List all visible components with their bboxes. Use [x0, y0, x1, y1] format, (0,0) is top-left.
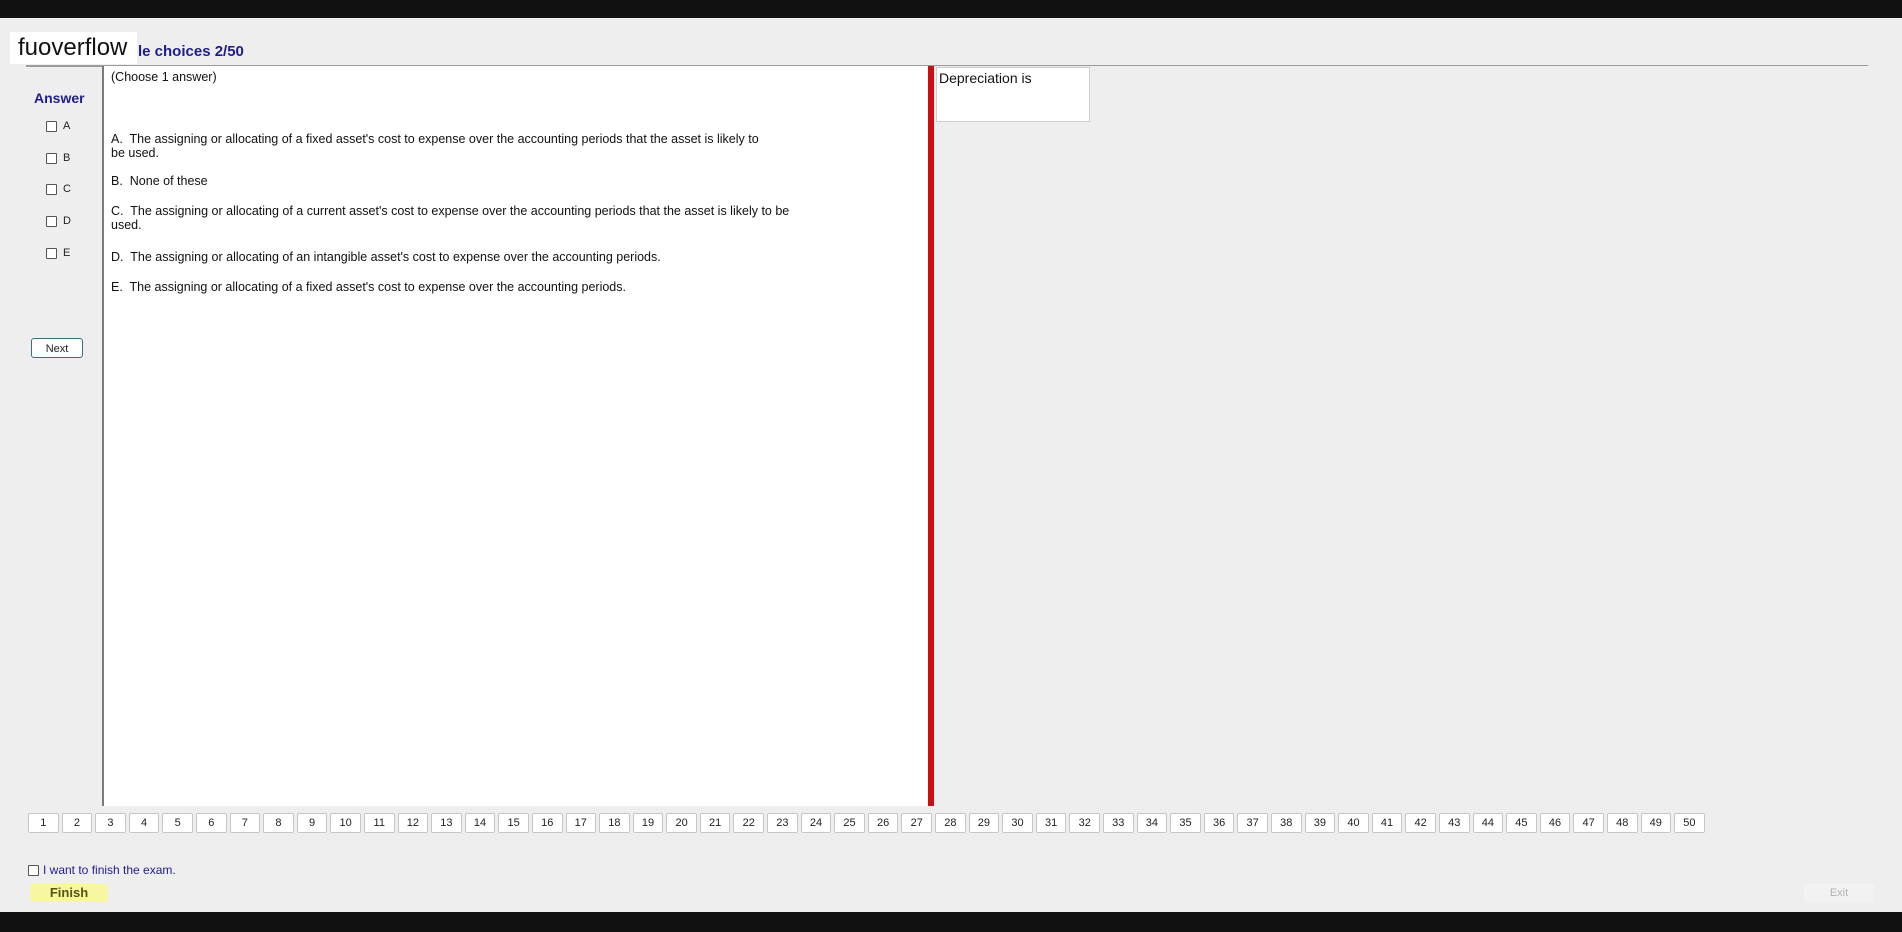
question-panel: (Choose 1 answer) A. The assigning or al… — [102, 66, 928, 806]
question-nav-button[interactable]: 33 — [1103, 813, 1134, 833]
choice-e: E. The assigning or allocating of a fixe… — [111, 280, 771, 294]
question-nav-button[interactable]: 27 — [901, 813, 933, 833]
question-nav-button[interactable]: 11 — [363, 813, 395, 833]
answer-option-b[interactable]: B — [46, 150, 70, 166]
question-stem-panel: Depreciation is — [934, 66, 1868, 806]
question-nav-button[interactable]: 40 — [1338, 813, 1369, 833]
choice-b: B. None of these — [111, 174, 771, 188]
exit-button[interactable]: Exit — [1804, 884, 1874, 902]
choice-text: The assigning or allocating of a fixed a… — [129, 280, 626, 294]
finish-check-label: I want to finish the exam. — [43, 863, 176, 877]
question-nav-button[interactable]: 31 — [1035, 813, 1067, 833]
option-label: E — [63, 247, 71, 259]
question-nav-button[interactable]: 32 — [1069, 813, 1100, 833]
question-nav-button[interactable]: 20 — [666, 813, 697, 833]
watermark: fuoverflow — [10, 32, 138, 64]
exam-window: fuoverflow le choices 2/50 Answer A B C … — [0, 18, 1902, 912]
question-stem: Depreciation is — [936, 67, 1090, 122]
question-nav-button[interactable]: 23 — [767, 813, 798, 833]
option-label: A — [63, 120, 71, 132]
choice-d: D. The assigning or allocating of an int… — [111, 250, 771, 264]
choice-a: A. The assigning or allocating of a fixe… — [111, 132, 771, 160]
checkbox-c[interactable] — [46, 183, 57, 195]
question-nav-button[interactable]: 15 — [498, 813, 529, 833]
question-nav-button[interactable]: 35 — [1170, 813, 1201, 833]
question-nav-button[interactable]: 22 — [733, 813, 765, 833]
choice-text: None of these — [129, 174, 208, 188]
answer-option-a[interactable]: A — [46, 118, 70, 134]
choice-letter: C. — [111, 204, 124, 218]
next-button[interactable]: Next — [31, 338, 83, 358]
choice-c: C. The assigning or allocating of a curr… — [111, 204, 791, 232]
question-nav-button[interactable]: 26 — [867, 813, 899, 833]
question-nav-button[interactable]: 47 — [1573, 813, 1604, 833]
choice-letter: A. — [111, 132, 123, 146]
question-nav-button[interactable]: 13 — [431, 813, 462, 833]
question-nav-button[interactable]: 45 — [1506, 813, 1537, 833]
choice-text: The assigning or allocating of a fixed a… — [111, 132, 759, 160]
question-nav-button[interactable]: 21 — [699, 813, 731, 833]
question-nav-button[interactable]: 43 — [1438, 813, 1470, 833]
finish-checkbox[interactable] — [28, 864, 39, 876]
question-nav-button[interactable]: 14 — [464, 813, 496, 833]
choice-letter: B. — [111, 174, 123, 188]
question-nav-button[interactable]: 36 — [1203, 813, 1235, 833]
question-nav-button[interactable]: 8 — [263, 813, 294, 833]
finish-button[interactable]: Finish — [30, 884, 108, 902]
question-nav-button[interactable]: 12 — [397, 813, 429, 833]
checkbox-d[interactable] — [46, 215, 57, 227]
question-nav-button[interactable]: 5 — [162, 813, 193, 833]
question-nav-button[interactable]: 6 — [195, 813, 227, 833]
question-nav-button[interactable]: 3 — [95, 813, 126, 833]
question-nav-button[interactable]: 10 — [330, 813, 361, 833]
question-navigation: 1 2 3 4 5 6 7 8 9 10 11 12 13 14 15 16 17 18 19 20 21 22 23 24 2… — [28, 813, 1705, 833]
answer-option-e[interactable]: E — [46, 245, 70, 261]
question-nav-button[interactable]: 30 — [1002, 813, 1033, 833]
question-nav-button[interactable]: 44 — [1472, 813, 1504, 833]
question-nav-button[interactable]: 4 — [128, 813, 160, 833]
option-label: D — [63, 215, 71, 227]
choice-letter: E. — [111, 280, 123, 294]
option-label: C — [63, 183, 71, 195]
answer-column: Answer A B C D E Next — [26, 68, 102, 806]
question-nav-button[interactable]: 7 — [229, 813, 261, 833]
question-nav-button[interactable]: 24 — [800, 813, 832, 833]
question-nav-button[interactable]: 18 — [599, 813, 630, 833]
answer-option-d[interactable]: D — [46, 213, 71, 229]
question-nav-button[interactable]: 1 — [28, 813, 59, 833]
question-nav-button[interactable]: 9 — [296, 813, 328, 833]
finish-exam-check[interactable]: I want to finish the exam. — [28, 863, 176, 877]
answer-heading: Answer — [34, 90, 85, 106]
choice-letter: D. — [111, 250, 124, 264]
checkbox-b[interactable] — [46, 152, 57, 164]
answer-option-c[interactable]: C — [46, 181, 71, 197]
checkbox-a[interactable] — [46, 120, 57, 132]
question-nav-button[interactable]: 29 — [968, 813, 1000, 833]
question-nav-button[interactable]: 37 — [1237, 813, 1268, 833]
option-label: B — [63, 152, 71, 164]
question-nav-button[interactable]: 48 — [1606, 813, 1638, 833]
question-nav-button[interactable]: 16 — [531, 813, 563, 833]
question-nav-button[interactable]: 25 — [834, 813, 865, 833]
question-instruction: (Choose 1 answer) — [111, 70, 217, 84]
question-nav-button[interactable]: 50 — [1674, 813, 1705, 833]
question-nav-button[interactable]: 19 — [632, 813, 664, 833]
question-nav-button[interactable]: 39 — [1304, 813, 1336, 833]
question-nav-button[interactable]: 2 — [61, 813, 93, 833]
question-nav-button[interactable]: 34 — [1136, 813, 1168, 833]
checkbox-e[interactable] — [46, 247, 57, 259]
question-nav-button[interactable]: 38 — [1270, 813, 1302, 833]
question-nav-button[interactable]: 17 — [565, 813, 597, 833]
exam-title: le choices 2/50 — [138, 43, 244, 60]
question-nav-button[interactable]: 46 — [1539, 813, 1571, 833]
question-nav-button[interactable]: 42 — [1405, 813, 1436, 833]
question-nav-button[interactable]: 49 — [1640, 813, 1672, 833]
choice-text: The assigning or allocating of an intang… — [130, 250, 661, 264]
question-nav-button[interactable]: 41 — [1371, 813, 1403, 833]
question-nav-button[interactable]: 28 — [935, 813, 966, 833]
choice-text: The assigning or allocating of a current… — [111, 204, 790, 232]
